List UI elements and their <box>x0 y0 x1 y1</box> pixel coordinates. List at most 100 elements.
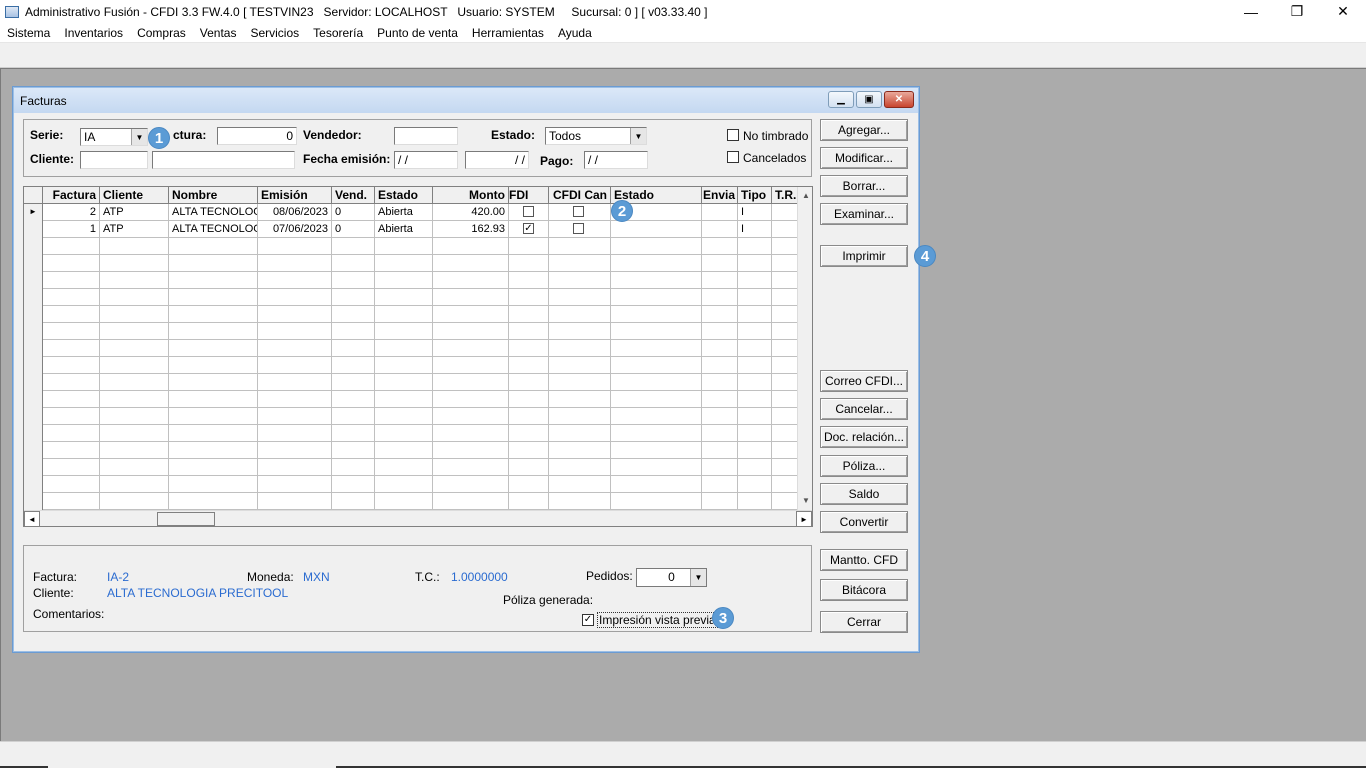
col-nombre[interactable]: Nombre <box>169 187 258 204</box>
empty-cell <box>611 357 702 374</box>
empty-table-row[interactable] <box>24 340 798 357</box>
empty-table-row[interactable] <box>24 425 798 442</box>
empty-table-row[interactable] <box>24 306 798 323</box>
empty-table-row[interactable] <box>24 357 798 374</box>
col-estado[interactable]: Estado <box>375 187 433 204</box>
chevron-down-icon[interactable]: ▼ <box>131 129 147 145</box>
no-timbrado-checkbox[interactable] <box>727 129 739 141</box>
minimize-icon[interactable]: — <box>1228 0 1274 23</box>
restore-icon[interactable]: ❐ <box>1274 0 1320 23</box>
table-row[interactable]: ► 2 ATP ALTA TECNOLOG 08/06/2023 0 Abier… <box>24 204 798 221</box>
pedidos-combo[interactable]: 0 ▼ <box>636 568 707 587</box>
col-emision[interactable]: Emisión <box>258 187 332 204</box>
vendedor-input[interactable] <box>394 127 458 145</box>
bitacora-button[interactable]: Bitácora <box>820 579 908 601</box>
scroll-up-icon[interactable]: ▲ <box>798 187 812 203</box>
menu-inventarios[interactable]: Inventarios <box>57 26 130 40</box>
empty-cell <box>549 391 611 408</box>
empty-cell <box>258 408 332 425</box>
empty-table-row[interactable] <box>24 476 798 493</box>
menu-punto-de-venta[interactable]: Punto de venta <box>370 26 465 40</box>
col-cfdi-can[interactable]: CFDI Can <box>549 187 611 204</box>
col-vend[interactable]: Vend. <box>332 187 375 204</box>
agregar-button[interactable]: Agregar... <box>820 119 908 141</box>
facturas-titlebar[interactable]: Facturas ▁ ▣ ✕ <box>14 88 918 113</box>
convertir-button[interactable]: Convertir <box>820 511 908 533</box>
empty-cell <box>433 323 509 340</box>
scroll-right-icon[interactable]: ► <box>796 511 812 526</box>
fdi-checkbox[interactable] <box>523 206 534 217</box>
child-minimize-icon[interactable]: ▁ <box>828 91 854 108</box>
cliente-code-input[interactable] <box>80 151 148 169</box>
serie-combo[interactable]: IA ▼ <box>80 128 148 146</box>
chevron-down-icon[interactable]: ▼ <box>690 569 706 586</box>
row-indicator <box>24 238 43 255</box>
menu-servicios[interactable]: Servicios <box>243 26 306 40</box>
empty-table-row[interactable] <box>24 493 798 510</box>
empty-table-row[interactable] <box>24 442 798 459</box>
doc-relacion-button[interactable]: Doc. relación... <box>820 426 908 448</box>
poliza-button[interactable]: Póliza... <box>820 455 908 477</box>
cerrar-button[interactable]: Cerrar <box>820 611 908 633</box>
info-pedidos-label: Pedidos: <box>586 569 633 583</box>
fecha-from-input[interactable]: / / <box>394 151 458 169</box>
empty-cell <box>772 306 798 323</box>
impresion-vista-previa-checkbox[interactable]: ✓ <box>582 614 594 626</box>
cell-cliente: ATP <box>100 221 169 238</box>
fdi-checkbox[interactable]: ✓ <box>523 223 534 234</box>
pago-input[interactable]: / / <box>584 151 648 169</box>
child-maximize-icon[interactable]: ▣ <box>856 91 882 108</box>
empty-table-row[interactable] <box>24 459 798 476</box>
empty-cell <box>772 272 798 289</box>
correo-cfdi-button[interactable]: Correo CFDI... <box>820 370 908 392</box>
col-monto[interactable]: Monto <box>433 187 509 204</box>
col-tipo[interactable]: Tipo <box>738 187 772 204</box>
empty-table-row[interactable] <box>24 374 798 391</box>
scroll-left-icon[interactable]: ◄ <box>24 511 40 526</box>
empty-table-row[interactable] <box>24 238 798 255</box>
empty-cell <box>611 289 702 306</box>
table-row[interactable]: 1 ATP ALTA TECNOLOG 07/06/2023 0 Abierta… <box>24 221 798 238</box>
col-factura[interactable]: Factura <box>43 187 100 204</box>
col-envia[interactable]: Envia <box>702 187 738 204</box>
estado-combo[interactable]: Todos ▼ <box>545 127 647 145</box>
menu-tesoreria[interactable]: Tesorería <box>306 26 370 40</box>
empty-table-row[interactable] <box>24 289 798 306</box>
modificar-button[interactable]: Modificar... <box>820 147 908 169</box>
cfdi-can-checkbox[interactable] <box>573 223 584 234</box>
empty-table-row[interactable] <box>24 272 798 289</box>
empty-table-row[interactable] <box>24 408 798 425</box>
scroll-down-icon[interactable]: ▼ <box>798 492 812 508</box>
menu-sistema[interactable]: Sistema <box>0 26 57 40</box>
chevron-down-icon[interactable]: ▼ <box>630 128 646 144</box>
menu-herramientas[interactable]: Herramientas <box>465 26 551 40</box>
vertical-scrollbar[interactable]: ▲ ▼ <box>797 187 812 510</box>
vendedor-label: Vendedor: <box>303 128 362 142</box>
col-cliente[interactable]: Cliente <box>100 187 169 204</box>
empty-table-row[interactable] <box>24 255 798 272</box>
borrar-button[interactable]: Borrar... <box>820 175 908 197</box>
horizontal-scrollbar[interactable]: ◄ ► <box>24 510 812 526</box>
empty-table-row[interactable] <box>24 391 798 408</box>
cliente-name-input[interactable] <box>152 151 295 169</box>
col-tr[interactable]: T.R. <box>772 187 798 204</box>
fecha-to-input[interactable]: / / <box>465 151 529 169</box>
saldo-button[interactable]: Saldo <box>820 483 908 505</box>
child-close-icon[interactable]: ✕ <box>884 91 914 108</box>
empty-cell <box>258 323 332 340</box>
menu-compras[interactable]: Compras <box>130 26 193 40</box>
cancelados-checkbox[interactable] <box>727 151 739 163</box>
mantto-cfd-button[interactable]: Mantto. CFD <box>820 549 908 571</box>
close-icon[interactable]: ✕ <box>1320 0 1366 23</box>
cancelar-button[interactable]: Cancelar... <box>820 398 908 420</box>
facturas-grid[interactable]: Factura Cliente Nombre Emisión Vend. Est… <box>23 186 813 527</box>
col-fdi[interactable]: FDI <box>509 187 549 204</box>
menu-ayuda[interactable]: Ayuda <box>551 26 599 40</box>
examinar-button[interactable]: Examinar... <box>820 203 908 225</box>
factura-input[interactable]: 0 <box>217 127 297 145</box>
scroll-thumb[interactable] <box>157 512 215 526</box>
imprimir-button[interactable]: Imprimir <box>820 245 908 267</box>
cfdi-can-checkbox[interactable] <box>573 206 584 217</box>
menu-ventas[interactable]: Ventas <box>193 26 244 40</box>
empty-table-row[interactable] <box>24 323 798 340</box>
